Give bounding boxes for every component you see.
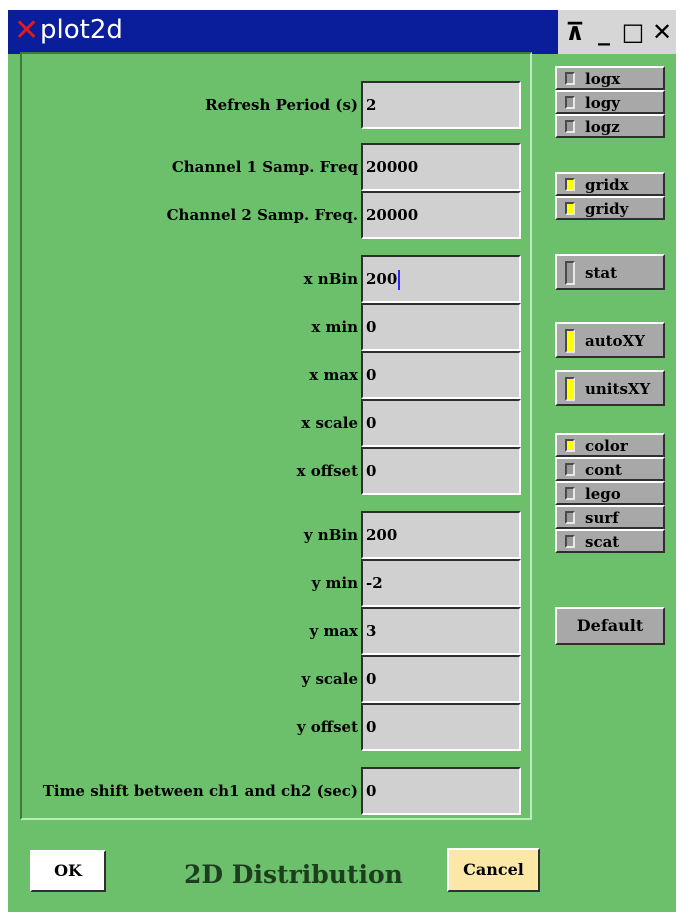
- close-icon[interactable]: ✕: [647, 16, 677, 48]
- autoxy-label: autoXY: [585, 332, 645, 350]
- cancel-button[interactable]: Cancel: [447, 848, 540, 892]
- y-min-input[interactable]: -2: [361, 559, 521, 607]
- x-nbin-value: 200: [366, 270, 398, 288]
- x-max-label: x max: [309, 366, 358, 384]
- lego-indicator: [565, 487, 575, 500]
- scat-indicator: [565, 535, 575, 548]
- y-offset-input[interactable]: 0: [361, 703, 521, 751]
- color-indicator: [565, 439, 575, 452]
- scat-label: scat: [585, 533, 620, 551]
- x-max-input[interactable]: 0: [361, 351, 521, 399]
- toggle-color[interactable]: color: [555, 433, 665, 457]
- y-scale-label: y scale: [301, 670, 358, 688]
- logz-label: logz: [585, 118, 620, 136]
- time-shift-label: Time shift between ch1 and ch2 (sec): [42, 782, 358, 800]
- window-controls: ⊼ _ □ ✕: [558, 10, 676, 54]
- logy-label: logy: [585, 94, 620, 112]
- toggle-autoxy[interactable]: autoXY: [555, 322, 665, 358]
- y-max-label: y max: [309, 622, 358, 640]
- x-nbin-input[interactable]: 200: [361, 255, 521, 303]
- window-title: plot2d: [40, 15, 123, 45]
- gridx-indicator: [565, 178, 575, 191]
- x-min-label: x min: [311, 318, 358, 336]
- surf-label: surf: [585, 509, 619, 527]
- gridy-label: gridy: [585, 200, 629, 218]
- minimize-icon[interactable]: _: [589, 16, 619, 48]
- toggle-unitsxy[interactable]: unitsXY: [555, 370, 665, 406]
- toggle-gridx[interactable]: gridx: [555, 172, 665, 196]
- ok-button[interactable]: OK: [30, 850, 106, 892]
- logy-indicator: [565, 96, 575, 109]
- toggle-logz[interactable]: logz: [555, 114, 665, 138]
- channel1-freq-label: Channel 1 Samp. Freq: [171, 158, 358, 176]
- autoxy-indicator: [565, 329, 575, 353]
- unitsxy-indicator: [565, 377, 575, 401]
- gridx-label: gridx: [585, 176, 629, 194]
- toggle-surf[interactable]: surf: [555, 505, 665, 529]
- y-offset-label: y offset: [296, 718, 358, 736]
- channel2-freq-input[interactable]: 20000: [361, 191, 521, 239]
- gridy-indicator: [565, 202, 575, 215]
- refresh-period-input[interactable]: 2: [361, 81, 521, 129]
- surf-indicator: [565, 511, 575, 524]
- text-caret: [398, 270, 401, 290]
- x-scale-label: x scale: [301, 414, 358, 432]
- time-shift-input[interactable]: 0: [361, 767, 521, 815]
- y-min-label: y min: [311, 574, 358, 592]
- maximize-icon[interactable]: □: [618, 16, 648, 48]
- channel1-freq-input[interactable]: 20000: [361, 143, 521, 191]
- x-nbin-label: x nBin: [303, 270, 358, 288]
- toggle-logy[interactable]: logy: [555, 90, 665, 114]
- toggle-scat[interactable]: scat: [555, 529, 665, 553]
- channel2-freq-label: Channel 2 Samp. Freq.: [166, 206, 358, 224]
- panel-title: 2D Distribution: [184, 860, 403, 889]
- y-max-input[interactable]: 3: [361, 607, 521, 655]
- cont-label: cont: [585, 461, 622, 479]
- default-button[interactable]: Default: [555, 607, 665, 645]
- y-nbin-input[interactable]: 200: [361, 511, 521, 559]
- app-x-icon: ✕: [14, 13, 40, 48]
- unitsxy-label: unitsXY: [585, 380, 651, 398]
- lego-label: lego: [585, 485, 621, 503]
- y-scale-input[interactable]: 0: [361, 655, 521, 703]
- color-label: color: [585, 437, 628, 455]
- toggle-lego[interactable]: lego: [555, 481, 665, 505]
- stat-label: stat: [585, 264, 618, 282]
- x-min-input[interactable]: 0: [361, 303, 521, 351]
- stat-indicator: [565, 261, 575, 285]
- toggle-logx[interactable]: logx: [555, 66, 665, 90]
- toggle-cont[interactable]: cont: [555, 457, 665, 481]
- refresh-period-label: Refresh Period (s): [205, 96, 358, 114]
- logx-indicator: [565, 72, 575, 85]
- x-offset-input[interactable]: 0: [361, 447, 521, 495]
- x-offset-label: x offset: [296, 462, 358, 480]
- cont-indicator: [565, 463, 575, 476]
- logz-indicator: [565, 120, 575, 133]
- title-bar[interactable]: ✕ plot2d ⊼ _ □ ✕: [8, 10, 676, 54]
- toggle-gridy[interactable]: gridy: [555, 196, 665, 220]
- y-nbin-label: y nBin: [303, 526, 358, 544]
- logx-label: logx: [585, 70, 621, 88]
- toggle-stat[interactable]: stat: [555, 254, 665, 290]
- x-scale-input[interactable]: 0: [361, 399, 521, 447]
- pin-icon[interactable]: ⊼: [560, 16, 590, 48]
